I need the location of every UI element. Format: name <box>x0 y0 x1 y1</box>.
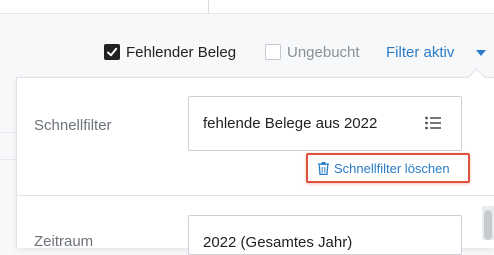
chevron-down-icon[interactable] <box>476 50 486 56</box>
clear-quickfilter-button[interactable]: Schnellfilter löschen <box>306 153 470 183</box>
top-bar <box>0 0 494 14</box>
quickfilter-label: Schnellfilter <box>34 117 112 134</box>
unbooked-label[interactable]: Ungebucht <box>287 44 360 61</box>
period-value: 2022 (Gesamtes Jahr) <box>203 234 353 251</box>
quickfilter-value: fehlende Belege aus 2022 <box>203 115 378 132</box>
missing-receipt-checkbox[interactable] <box>104 44 120 60</box>
top-bar-divider <box>208 0 209 13</box>
filter-active-toggle[interactable]: Filter aktiv <box>386 44 454 61</box>
quickfilter-select[interactable]: fehlende Belege aus 2022 <box>188 96 462 151</box>
check-icon <box>107 47 118 57</box>
period-select[interactable]: 2022 (Gesamtes Jahr) <box>188 215 462 255</box>
missing-receipt-label[interactable]: Fehlender Beleg <box>126 44 236 61</box>
background-divider <box>0 132 16 133</box>
panel-divider <box>16 195 494 196</box>
unbooked-checkbox[interactable] <box>265 44 281 60</box>
scrollbar-thumb[interactable] <box>484 210 492 240</box>
period-label: Zeitraum <box>34 233 94 250</box>
trash-icon <box>318 162 329 175</box>
list-icon[interactable] <box>425 116 441 130</box>
background-divider <box>0 159 16 160</box>
clear-quickfilter-label: Schnellfilter löschen <box>334 161 450 176</box>
